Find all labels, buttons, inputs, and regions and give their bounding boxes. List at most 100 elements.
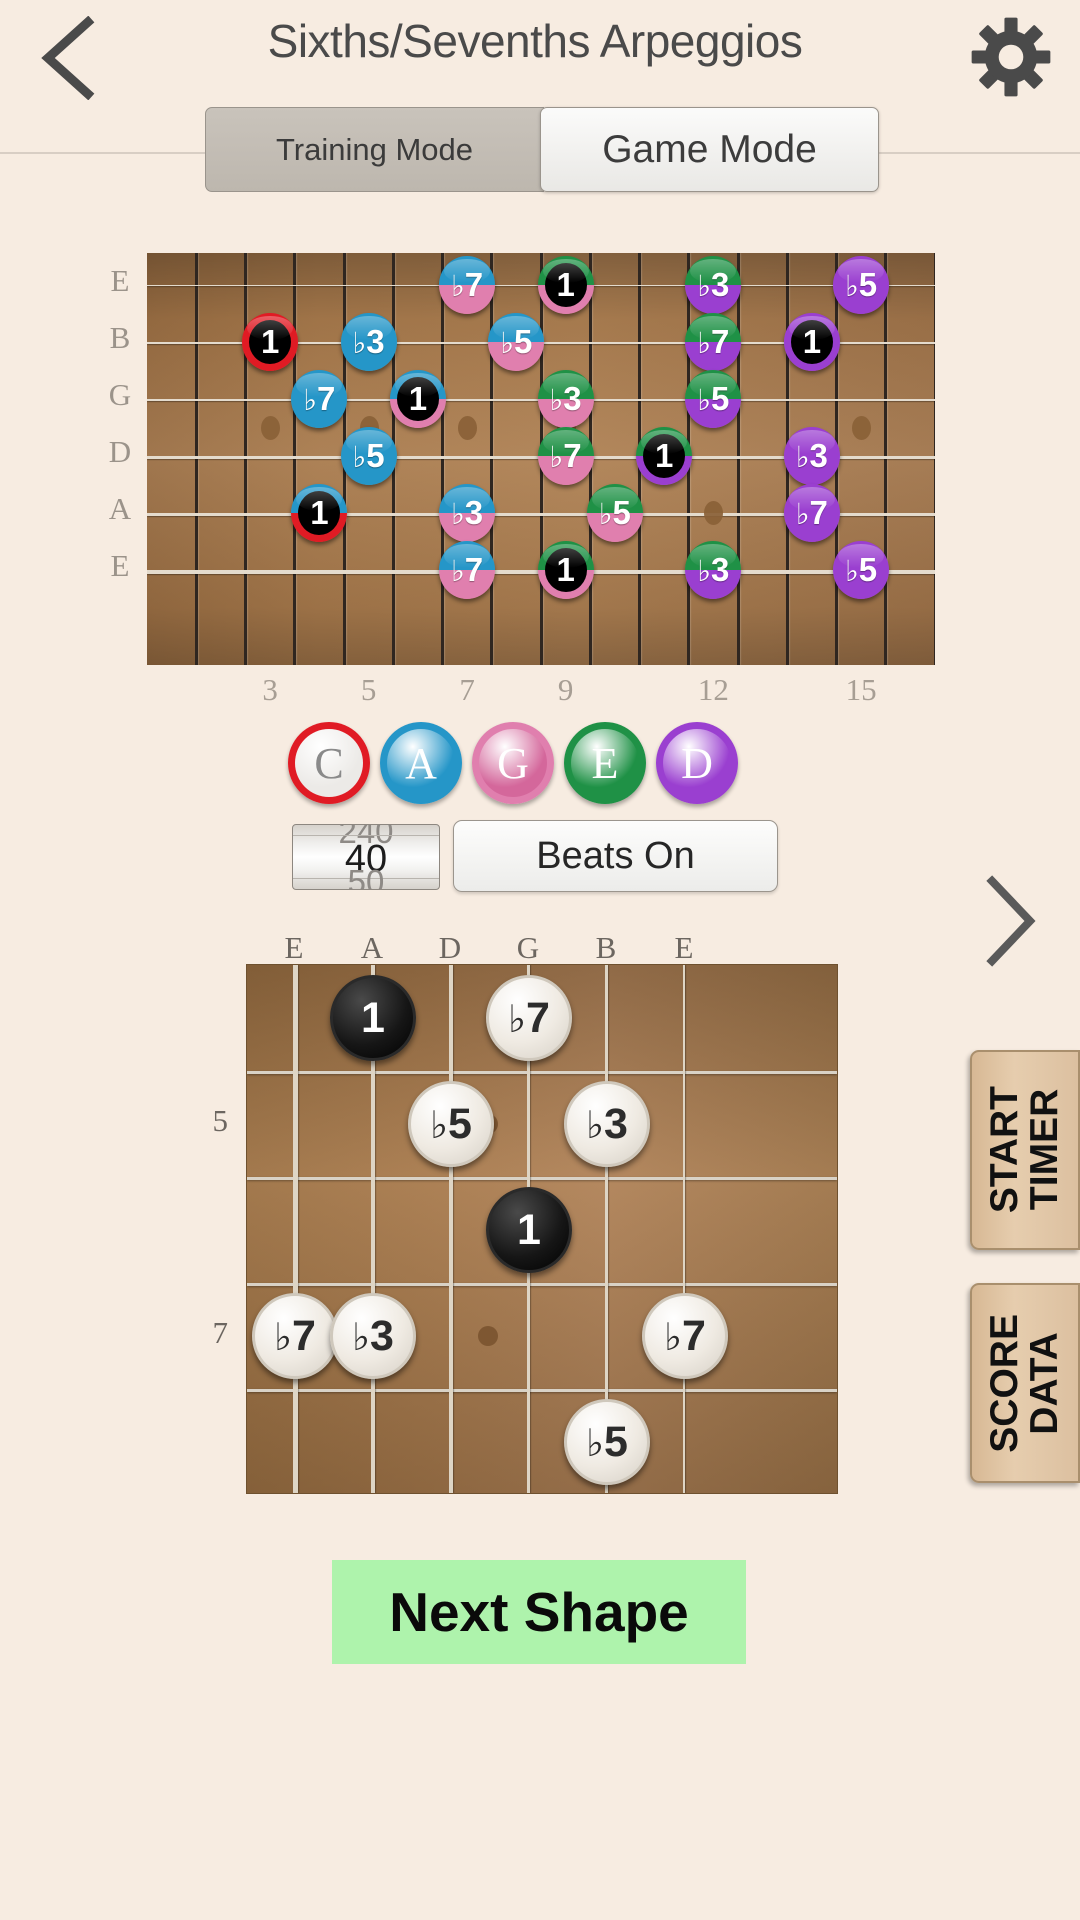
shape-note-marker[interactable]: ♭7 — [486, 975, 572, 1061]
fret-wire — [441, 253, 444, 665]
chevron-right-icon — [986, 875, 1036, 967]
fretboard-note-marker[interactable]: 1 — [242, 313, 299, 371]
start-timer-button[interactable]: START TIMER — [970, 1050, 1080, 1250]
note-label: 1 — [556, 551, 575, 588]
fret-number: 7 — [459, 672, 475, 707]
shape-note-marker[interactable]: ♭7 — [252, 1293, 338, 1379]
fretboard-note-marker[interactable]: ♭7 — [783, 484, 840, 542]
back-button[interactable] — [18, 8, 118, 108]
fretboard-note-marker[interactable]: ♭7 — [291, 370, 348, 428]
fretboard-note-marker[interactable]: ♭7 — [537, 427, 594, 485]
fretboard-note-marker[interactable]: 1 — [389, 370, 446, 428]
note-label: ♭7 — [451, 551, 484, 588]
tempo-picker[interactable]: 240 40 50 — [292, 824, 440, 890]
shape-note-marker[interactable]: ♭7 — [642, 1293, 728, 1379]
main-fretboard[interactable]: ♭7 1 ♭3 ♭5 1 ♭3 ♭5 ♭7 1 ♭7 1 ♭3 ♭5 ♭5 ♭7 1 ♭3 1 ♭3 ♭5 ♭7 ♭7 1 ♭… — [147, 253, 935, 665]
beats-toggle-button[interactable]: Beats On — [453, 820, 778, 892]
next-shape-button[interactable]: Next Shape — [332, 1560, 746, 1664]
string-label: A — [108, 491, 132, 526]
score-data-button[interactable]: SCORE DATA — [970, 1283, 1080, 1483]
shape-note-label: ♭7 — [664, 1311, 706, 1360]
shape-note-marker[interactable]: 1 — [486, 1187, 572, 1273]
shape-note-marker[interactable]: ♭5 — [408, 1081, 494, 1167]
caged-button-e[interactable]: E — [564, 722, 646, 804]
fretboard-note-marker[interactable]: 1 — [636, 427, 693, 485]
string-label: E — [110, 263, 130, 298]
shape-note-marker[interactable]: ♭3 — [564, 1081, 650, 1167]
fret-number: 15 — [845, 672, 877, 707]
shape-guitar-string — [293, 965, 298, 1493]
score-data-label: SCORE DATA — [982, 1313, 1066, 1453]
shape-note-label: ♭7 — [508, 993, 550, 1042]
shape-note-marker[interactable]: ♭3 — [330, 1293, 416, 1379]
caged-button-a[interactable]: A — [380, 722, 462, 804]
shape-fret-wire — [247, 1389, 837, 1392]
fretboard-note-marker[interactable]: 1 — [783, 313, 840, 371]
start-timer-label: START TIMER — [982, 1086, 1066, 1214]
fretboard-note-marker[interactable]: ♭5 — [833, 541, 890, 599]
shape-string-labels: EADGBE — [246, 930, 846, 966]
fretboard-note-marker[interactable]: ♭7 — [439, 256, 496, 314]
shape-note-label: ♭5 — [430, 1099, 472, 1148]
fretboard-note-marker[interactable]: ♭7 — [685, 313, 742, 371]
shape-string-label: B — [595, 930, 617, 965]
fretboard-note-marker[interactable]: ♭3 — [685, 541, 742, 599]
string-label: E — [110, 548, 130, 583]
note-label: ♭5 — [352, 437, 385, 474]
fretboard-note-marker[interactable]: ♭5 — [488, 313, 545, 371]
fret-number: 5 — [360, 672, 377, 707]
page-title: Sixths/Sevenths Arpeggios — [267, 15, 803, 67]
note-label: ♭7 — [451, 266, 484, 303]
fretboard-note-marker[interactable]: ♭3 — [685, 256, 742, 314]
fret-wire — [884, 253, 888, 665]
tab-training-mode[interactable]: Training Mode — [205, 107, 544, 192]
fret-inlay-dot — [458, 415, 478, 440]
shape-note-marker[interactable]: 1 — [330, 975, 416, 1061]
fretboard-note-marker[interactable]: ♭7 — [439, 541, 496, 599]
settings-button[interactable] — [966, 12, 1056, 102]
note-label: ♭3 — [451, 494, 484, 531]
note-label: ♭5 — [500, 323, 533, 360]
fret-wire — [933, 253, 935, 665]
mode-switch: Training Mode Game Mode — [205, 107, 879, 192]
caged-button-letter: G — [497, 738, 529, 788]
shape-note-marker[interactable]: ♭5 — [564, 1399, 650, 1485]
caged-button-d[interactable]: D — [656, 722, 738, 804]
note-label: 1 — [654, 437, 674, 474]
shape-string-label: G — [516, 930, 540, 965]
fret-inlay-dot — [704, 501, 724, 525]
note-label: ♭3 — [697, 266, 730, 303]
fretboard-note-marker[interactable]: ♭3 — [340, 313, 397, 371]
fretboard-note-marker[interactable]: 1 — [537, 256, 594, 314]
fretboard-note-marker[interactable]: ♭5 — [833, 256, 890, 314]
shape-inlay-dot — [478, 1326, 498, 1346]
caged-button-g[interactable]: G — [472, 722, 554, 804]
shape-note-label: 1 — [361, 993, 385, 1042]
note-label: 1 — [802, 323, 822, 360]
fretboard-note-marker[interactable]: ♭3 — [537, 370, 594, 428]
tempo-band-top — [293, 835, 439, 836]
caged-button-letter: C — [314, 738, 344, 788]
note-label: 1 — [556, 266, 575, 303]
shape-fret-wire — [247, 1071, 837, 1074]
shape-fretboard[interactable]: 1 ♭7 ♭5 ♭3 1 ♭7 ♭3 ♭7 ♭5 — [246, 964, 838, 1494]
fretboard-note-marker[interactable]: ♭5 — [340, 427, 397, 485]
fretboard-note-marker[interactable]: ♭5 — [586, 484, 643, 542]
caged-button-letter: E — [591, 738, 619, 788]
fret-inlay-dot — [852, 415, 872, 440]
fretboard-note-marker[interactable]: 1 — [291, 484, 348, 542]
tab-game-mode[interactable]: Game Mode — [540, 107, 879, 192]
fretboard-note-marker[interactable]: 1 — [537, 541, 594, 599]
note-label: 1 — [260, 323, 280, 360]
fretboard-note-marker[interactable]: ♭3 — [783, 427, 840, 485]
fretboard-note-marker[interactable]: ♭3 — [439, 484, 496, 542]
caged-button-letter: D — [681, 738, 713, 788]
shape-string-label: E — [674, 930, 694, 965]
caged-button-c[interactable]: C — [288, 722, 370, 804]
note-label: ♭3 — [352, 323, 385, 360]
fretboard-note-marker[interactable]: ♭5 — [685, 370, 742, 428]
note-label: ♭7 — [697, 323, 730, 360]
shape-note-label: ♭3 — [586, 1099, 628, 1148]
caged-button-letter: A — [405, 738, 437, 788]
next-page-button[interactable] — [956, 866, 1066, 976]
